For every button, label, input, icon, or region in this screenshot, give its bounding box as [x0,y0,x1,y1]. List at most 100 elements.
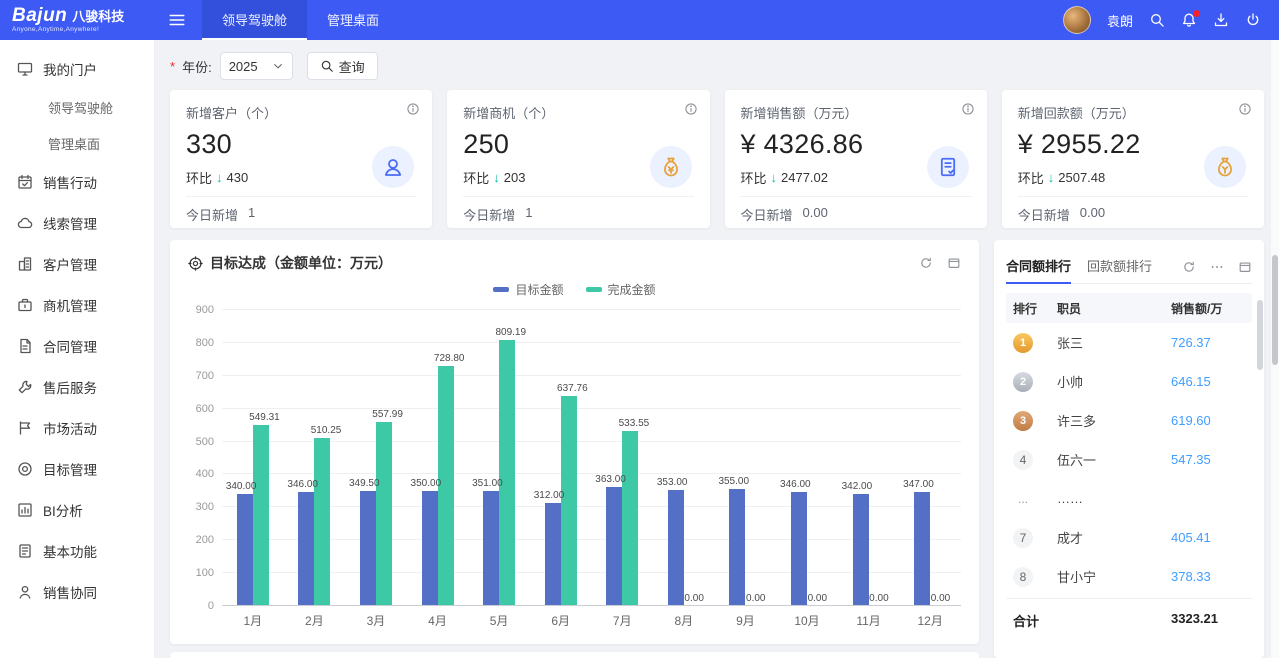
sidebar-item[interactable]: 售后服务 [0,366,154,407]
bar-目标金额[interactable]: 346.00 [791,492,807,606]
table-row[interactable]: 1张三726.37 [1006,323,1252,362]
expand-icon[interactable] [947,256,961,270]
medal-gold-icon: 1 [1013,333,1033,353]
sidebar-item[interactable]: 销售协同 [0,571,154,612]
sidebar-item[interactable]: 销售行动 [0,161,154,202]
sales-value[interactable]: 378.33 [1171,569,1245,584]
rank-tab-item[interactable]: 回款额排行 [1087,250,1152,284]
bar-目标金额[interactable]: 347.00 [914,492,930,606]
bar-目标金额[interactable]: 349.50 [360,491,376,606]
required-mark: * [170,59,175,74]
ratio-label: 环比 [186,168,212,187]
rank-cell: 7 [1013,528,1057,548]
bar-目标金额[interactable]: 340.00 [237,494,253,606]
today-label: 今日新增 [1018,205,1070,224]
bar-目标金额[interactable]: 342.00 [853,494,869,606]
sales-value[interactable]: 619.60 [1171,413,1245,428]
sidebar-item[interactable]: 基本功能 [0,530,154,571]
year-select[interactable]: 2025 [220,52,293,80]
bar-完成金额[interactable]: 549.31 [253,425,269,606]
kpi-card: 新增销售额（万元）¥ 4326.86环比↓2477.02今日新增0.00 [725,90,987,228]
sidebar-item[interactable]: 我的门户 [0,48,154,89]
rank-cell: 8 [1013,567,1057,587]
sales-value[interactable]: 547.35 [1171,452,1245,467]
panel-scrollbar[interactable] [1257,300,1263,370]
bar-value-label: 549.31 [249,412,280,423]
rank-cell: 3 [1013,411,1057,431]
sales-value[interactable]: 646.15 [1171,374,1245,389]
username: 袁朗 [1107,11,1133,30]
bar-目标金额[interactable]: 353.00 [668,490,684,606]
sidebar-item[interactable]: 目标管理 [0,448,154,489]
kpi-card: 新增商机（个）250环比↓203今日新增1 [447,90,709,228]
table-row[interactable]: 7成才405.41 [1006,518,1252,557]
sidebar-subitem[interactable]: 管理桌面 [0,125,154,161]
sidebar-subitem[interactable]: 领导驾驶舱 [0,89,154,125]
bar-完成金额[interactable]: 533.55 [622,431,638,606]
rank-number: 8 [1013,567,1033,587]
bar-value-label: 728.80 [434,353,465,364]
table-row[interactable]: 3许三多619.60 [1006,401,1252,440]
sidebar-item[interactable]: 线索管理 [0,202,154,243]
sales-value[interactable]: 726.37 [1171,335,1245,350]
power-icon[interactable] [1245,12,1261,28]
expand-icon[interactable] [1238,260,1252,274]
hamburger-menu-icon[interactable] [168,11,186,29]
info-icon[interactable] [961,102,975,116]
chart-title: 目标达成（金额单位：万元） [210,253,392,273]
bar-目标金额[interactable]: 312.00 [545,503,561,606]
bell-icon[interactable] [1181,12,1197,28]
query-button[interactable]: 查询 [307,52,378,80]
table-row[interactable]: 8甘小宁378.33 [1006,557,1252,596]
refresh-icon[interactable] [1182,260,1196,274]
bar-value-label: 510.25 [311,425,342,436]
scrollbar-thumb[interactable] [1272,255,1278,365]
x-tick-label: 2月 [284,612,346,629]
top-tab-item[interactable]: 管理桌面 [307,0,399,40]
ranking-panel: 合同额排行回款额排行 排行 职员 销售额/万 1张三726.372小帅646.1… [994,240,1264,658]
bar-value-label: 0.00 [684,593,703,604]
bar-value-label: 637.76 [557,383,588,394]
legend-item[interactable]: 目标金额 [493,281,563,298]
info-icon[interactable] [406,102,420,116]
sidebar-item[interactable]: 合同管理 [0,325,154,366]
aftersales-icon [17,379,33,395]
bar-完成金额[interactable]: 557.99 [376,422,392,606]
table-row[interactable]: ...…… [1006,479,1252,518]
table-row[interactable]: 2小帅646.15 [1006,362,1252,401]
bar-group: 353.000.00 [653,310,715,606]
sales-value[interactable]: 405.41 [1171,530,1245,545]
logo: Bajun 八骏科技 Anyone,Anytime,Anywhere! [0,6,152,34]
legend-item[interactable]: 完成金额 [586,281,656,298]
top-tab-active[interactable]: 领导驾驶舱 [202,0,307,40]
more-icon[interactable] [1210,260,1224,274]
table-row[interactable]: 4伍六一547.35 [1006,440,1252,479]
rank-tab-active[interactable]: 合同额排行 [1006,250,1071,284]
bar-目标金额[interactable]: 346.00 [298,492,314,606]
bar-group: 342.000.00 [838,310,900,606]
bar-目标金额[interactable]: 363.00 [606,487,622,606]
bar-完成金额[interactable]: 809.19 [499,340,515,606]
sidebar-item[interactable]: 商机管理 [0,284,154,325]
search-icon[interactable] [1149,12,1165,28]
brand-name-cn: 八骏科技 [72,10,124,24]
avatar[interactable] [1063,6,1091,34]
bar-目标金额[interactable]: 355.00 [729,489,745,606]
bar-group: 349.50557.99 [345,310,407,606]
refresh-icon[interactable] [919,256,933,270]
bar-目标金额[interactable]: 350.00 [422,491,438,606]
kpi-customer-icon [372,146,414,188]
sidebar-item[interactable]: 市场活动 [0,407,154,448]
bar-目标金额[interactable]: 351.00 [483,491,499,606]
sidebar-item[interactable]: BI分析 [0,489,154,530]
chart-months: 1月2月3月4月5月6月7月8月9月10月11月12月 [222,612,961,629]
bar-完成金额[interactable]: 510.25 [314,438,330,606]
page-scrollbar[interactable] [1271,40,1279,658]
basic-icon [17,543,33,559]
info-icon[interactable] [1238,102,1252,116]
sidebar-item-label: 基本功能 [43,541,97,561]
download-icon[interactable] [1213,12,1229,28]
sidebar-item[interactable]: 客户管理 [0,243,154,284]
lower-section: 目标达成（金额单位：万元） 目标金额完成金额 01002003004005006… [170,240,1264,658]
info-icon[interactable] [684,102,698,116]
